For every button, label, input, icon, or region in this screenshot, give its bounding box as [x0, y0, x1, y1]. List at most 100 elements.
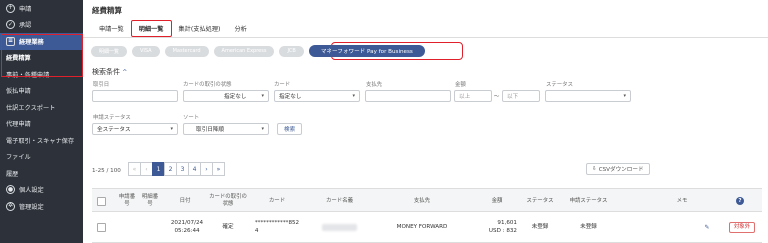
cell-card: ************852 4 — [254, 220, 300, 234]
check-circle-icon: ✓ — [6, 20, 15, 30]
sidebar-item-history[interactable]: 履歴 — [0, 165, 83, 182]
sidebar-item-proxy[interactable]: 代理申請 — [0, 116, 83, 133]
pagination: « ‹ 1 2 3 4 › » — [128, 162, 225, 176]
select-all-cell — [92, 189, 110, 213]
sidebar-item-journal-export[interactable]: 仕訳エクスポート — [0, 99, 83, 116]
gear-icon: ✲ — [6, 201, 15, 211]
chevron-down-icon: ▾ — [261, 126, 264, 132]
sidebar-item-expense[interactable]: 経費精算 — [0, 50, 83, 67]
cell-memo-edit: ✎ — [700, 212, 714, 243]
cell-apply-status: 未登録 — [580, 223, 597, 230]
sort-select[interactable]: 取引日降順 ▾ — [183, 123, 269, 135]
sidebar-item-apply[interactable]: + 申請 — [0, 0, 83, 17]
tab-analysis[interactable]: 分析 — [227, 20, 253, 37]
col-memo[interactable]: メモ — [652, 189, 712, 213]
sidebar-item-approve[interactable]: ✓ 承認 — [0, 17, 83, 34]
col-card[interactable]: カード — [252, 189, 302, 213]
card-status-select[interactable]: 指定なし ▾ — [183, 90, 269, 102]
card-pill-all[interactable]: 明細一覧 — [91, 45, 128, 57]
col-payee[interactable]: 支払先 — [372, 189, 472, 213]
plus-circle-icon: + — [6, 3, 15, 13]
status-select[interactable]: ▾ — [545, 90, 631, 102]
sidebar-item-personal[interactable]: ● 個人設定 — [0, 182, 83, 199]
row-checkbox[interactable] — [96, 223, 106, 232]
card-pill-amex[interactable]: American Express — [213, 45, 275, 57]
label-sort: ソート — [183, 115, 200, 121]
chevron-down-icon: ▾ — [261, 93, 264, 99]
sidebar-item-label: ファイル — [6, 154, 31, 162]
caret-up-icon: ^ — [122, 69, 128, 76]
sidebar-item-label: 経理業務 — [19, 38, 44, 46]
col-card-status[interactable]: カードの取引の状態 — [208, 189, 248, 213]
col-card-holder[interactable]: カード名義 — [312, 189, 367, 213]
amount-separator: 〜 — [494, 94, 500, 100]
cell-status: 未登録 — [531, 223, 549, 230]
col-date[interactable]: 日付 — [170, 189, 200, 213]
label-card: カード — [274, 82, 291, 88]
col-detail-no[interactable]: 明細番号 — [141, 189, 159, 213]
amount-max-input[interactable]: 以下 — [502, 90, 540, 102]
chevron-down-icon: ▾ — [623, 93, 626, 99]
sidebar-item-admin[interactable]: ✲ 管理設定 — [0, 198, 83, 215]
sidebar-item-label: 仮払申請 — [6, 88, 31, 96]
tab-detail-list[interactable]: 明細一覧 — [130, 20, 172, 37]
sidebar-item-accounting[interactable]: ≡ 経理業務 — [0, 33, 83, 50]
cell-amount: 91,601 USD : 832 — [488, 220, 517, 234]
sidebar-item-advance[interactable]: 仮払申請 — [0, 83, 83, 100]
payee-input[interactable] — [365, 90, 451, 102]
chevron-down-icon: ▾ — [170, 126, 173, 132]
search-button[interactable]: 検索 — [277, 123, 303, 135]
csv-download-button[interactable]: ⇩ CSVダウンロード — [586, 163, 650, 175]
sidebar-item-label: 経費精算 — [6, 55, 31, 63]
card-pill-mastercard[interactable]: Mastercard — [164, 45, 209, 57]
help-icon[interactable]: ? — [736, 197, 744, 205]
table-row[interactable]: 2021/07/2405:26:44 確定 ************8524 █… — [92, 212, 762, 243]
card-pill-jcb[interactable]: JCB — [279, 45, 304, 57]
tab-apply-list[interactable]: 申請一覧 — [92, 20, 131, 37]
search-conditions-title[interactable]: 検索条件 ^ — [92, 67, 127, 77]
sidebar-item-e-transaction[interactable]: 電子取引・スキャナ保存 — [0, 132, 83, 149]
tab-aggregate[interactable]: 集計(支払処理) — [172, 20, 228, 37]
row-select-cell — [92, 212, 110, 243]
help-cell: ? — [728, 189, 752, 213]
edit-icon[interactable]: ✎ — [704, 224, 709, 232]
apply-status-select[interactable]: 全ステータス ▾ — [92, 123, 178, 135]
sidebar-item-pre-apply[interactable]: 事前・各種申請 — [0, 66, 83, 83]
label-date: 取引日 — [93, 82, 110, 88]
sidebar-item-label: 事前・各種申請 — [6, 71, 50, 79]
sidebar-item-label: 個人設定 — [19, 187, 44, 195]
main-content: 経費精算 申請一覧 明細一覧 集計(支払処理) 分析 明細一覧 VISA Mas… — [83, 0, 768, 243]
sidebar-item-label: 仕訳エクスポート — [6, 104, 56, 112]
col-apply-status[interactable]: 申請ステータス — [566, 189, 611, 213]
sidebar-item-file[interactable]: ファイル — [0, 149, 83, 166]
sidebar-item-label: 履歴 — [6, 170, 19, 178]
sidebar-item-label: 電子取引・スキャナ保存 — [6, 137, 75, 145]
cell-card-holder: ████████ — [312, 212, 367, 243]
excluded-badge[interactable]: 対象外 — [728, 221, 756, 233]
person-icon: ● — [6, 185, 15, 195]
card-select[interactable]: 指定なし ▾ — [274, 90, 360, 102]
label-apply-status: 申請ステータス — [93, 115, 131, 121]
date-input[interactable] — [92, 90, 178, 102]
sidebar-item-label: 管理設定 — [19, 203, 44, 211]
pager-info: 1-25 / 100 — [92, 168, 121, 174]
last-page-button[interactable]: » — [212, 162, 225, 176]
col-apply-no[interactable]: 申請番号 — [118, 189, 136, 213]
cell-date: 2021/07/24 05:26:44 — [170, 220, 204, 234]
sidebar-item-label: 代理申請 — [6, 121, 31, 129]
col-amount[interactable]: 金額 — [477, 189, 517, 213]
select-all-checkbox[interactable] — [96, 196, 106, 206]
card-pill-visa[interactable]: VISA — [132, 45, 160, 57]
card-pill-highlight — [331, 42, 463, 60]
table-header: 申請番号 明細番号 日付 カードの取引の状態 カード カード名義 支払先 金額 … — [92, 188, 762, 212]
tab-divider — [83, 37, 768, 38]
cell-card-status: 確定 — [222, 223, 234, 230]
cell-badge: 対象外 — [726, 212, 758, 243]
tab-bar: 申請一覧 明細一覧 集計(支払処理) 分析 — [92, 20, 254, 37]
label-payee: 支払先 — [366, 82, 383, 88]
label-status: ステータス — [546, 82, 573, 88]
sidebar-item-label: 申請 — [19, 5, 32, 13]
page-title: 経費精算 — [92, 6, 122, 15]
amount-min-input[interactable]: 以上 — [454, 90, 492, 102]
col-status[interactable]: ステータス — [520, 189, 560, 213]
